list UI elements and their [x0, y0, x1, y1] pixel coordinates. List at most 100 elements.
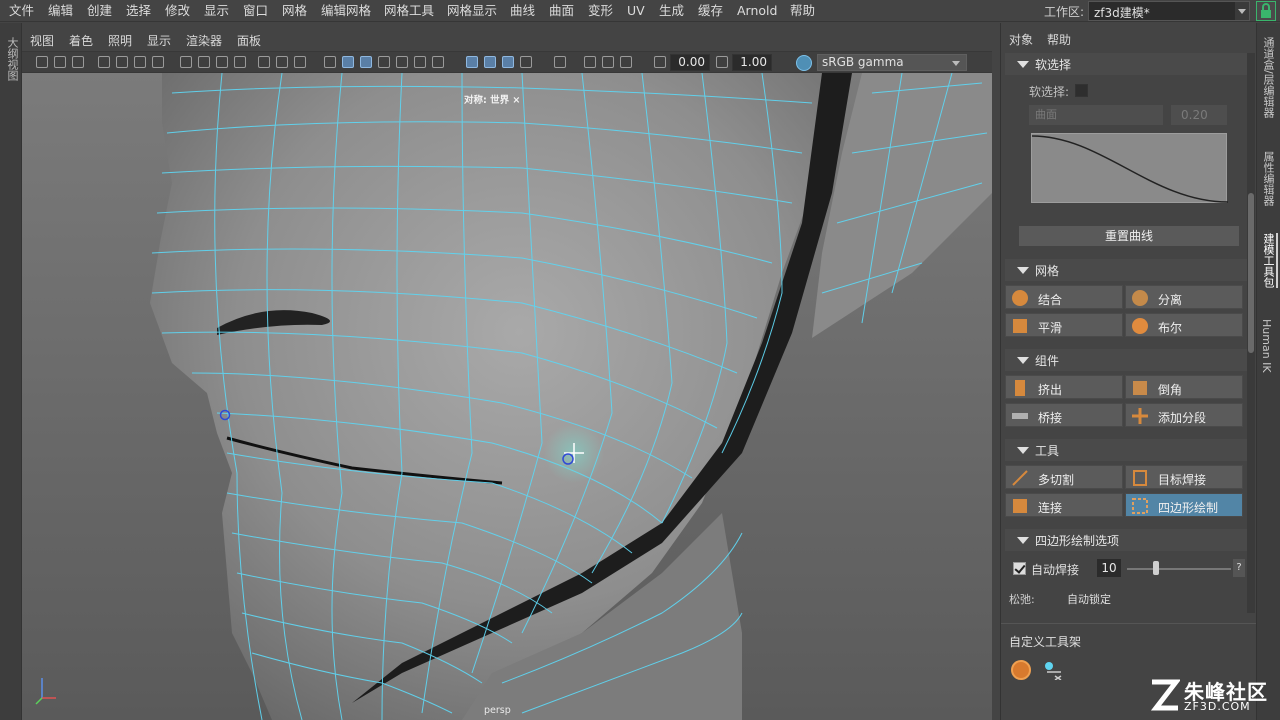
menu-surfaces[interactable]: 曲面 [549, 0, 574, 22]
panel-menu-lighting[interactable]: 照明 [108, 32, 132, 49]
camera-attributes-icon[interactable] [54, 56, 66, 68]
extrude-button[interactable]: 挤出 [1005, 375, 1123, 399]
workspace-dropdown[interactable]: zf3d建模* [1088, 1, 1250, 21]
safe-title-icon[interactable] [276, 56, 288, 68]
safe-action-icon[interactable] [258, 56, 270, 68]
xray-active-components-icon[interactable] [502, 56, 514, 68]
smooth-shade-icon[interactable] [342, 56, 354, 68]
tab-attribute-editor[interactable]: 属性编辑器 [1260, 151, 1276, 206]
resolution-gate-icon[interactable] [198, 56, 210, 68]
panel-menu-view[interactable]: 视图 [30, 32, 54, 49]
relax-mode-dropdown[interactable]: 自动锁定 [1067, 591, 1111, 607]
field-chart-icon[interactable] [234, 56, 246, 68]
menu-file[interactable]: 文件 [9, 0, 34, 22]
bridge-button[interactable]: 桥接 [1005, 403, 1123, 427]
exposure-toggle-icon[interactable] [716, 56, 728, 68]
quad-draw-options-header[interactable]: 四边形绘制选项 [1005, 529, 1249, 551]
menu-mesh[interactable]: 网格 [282, 0, 307, 22]
textured-icon[interactable] [378, 56, 390, 68]
select-camera-icon[interactable] [36, 56, 48, 68]
menu-help[interactable]: 帮助 [790, 0, 815, 22]
auto-weld-slider[interactable] [1127, 568, 1231, 570]
tab-modeling-toolkit[interactable]: 建模工具包 [1260, 233, 1278, 288]
pivot-tool-shelf-icon[interactable] [1043, 660, 1063, 680]
separate-button[interactable]: 分离 [1125, 285, 1243, 309]
falloff-curve-graph[interactable] [1031, 133, 1229, 203]
color-management-icon[interactable] [796, 55, 812, 71]
reset-curve-button[interactable]: 重置曲线 [1019, 226, 1239, 246]
bevel-button[interactable]: 倒角 [1125, 375, 1243, 399]
menu-edit[interactable]: 编辑 [48, 0, 73, 22]
multi-cut-button[interactable]: 多切割 [1005, 465, 1123, 489]
gamma-field[interactable]: 0.00 [670, 54, 710, 71]
soft-select-checkbox[interactable] [1075, 84, 1088, 97]
menu-mesh-display[interactable]: 网格显示 [447, 0, 497, 22]
add-divisions-button[interactable]: 添加分段 [1125, 403, 1243, 427]
combine-button[interactable]: 结合 [1005, 285, 1123, 309]
smooth-button[interactable]: 平滑 [1005, 313, 1123, 337]
menu-deform[interactable]: 变形 [588, 0, 613, 22]
menu-modify[interactable]: 修改 [165, 0, 190, 22]
gate-mask-icon[interactable] [216, 56, 228, 68]
panel-menu-renderer[interactable]: 渲染器 [186, 32, 222, 49]
tab-channel-box[interactable]: 通道盒/层编辑器 [1260, 37, 1276, 118]
perspective-viewport[interactable]: 对称: 世界 × persp [22, 73, 992, 720]
components-section-header[interactable]: 组件 [1005, 349, 1249, 371]
gamma-icon[interactable] [654, 56, 666, 68]
menu-generate[interactable]: 生成 [659, 0, 684, 22]
falloff-mode-dropdown[interactable]: 曲面 [1029, 105, 1163, 125]
toolkit-scroll-area[interactable]: 软选择 软选择: 曲面 0.20 重置曲线 网格 结合 分离 平滑 布尔 组件 … [1005, 53, 1249, 613]
toolkit-menu-object[interactable]: 对象 [1009, 31, 1033, 48]
shadows-icon[interactable] [414, 56, 426, 68]
camera-icon[interactable] [602, 56, 614, 68]
color-space-dropdown[interactable]: sRGB gamma [817, 54, 967, 71]
help-button[interactable]: ? [1233, 559, 1245, 577]
workspace-lock-button[interactable] [1256, 1, 1276, 21]
connect-button[interactable]: 连接 [1005, 493, 1123, 517]
grease-pencil-icon[interactable] [134, 56, 146, 68]
bookmark-icon[interactable] [72, 56, 84, 68]
auto-weld-slider-handle[interactable] [1153, 561, 1159, 575]
2d-pan-zoom-icon[interactable] [116, 56, 128, 68]
scrollbar-thumb[interactable] [1248, 193, 1254, 353]
wireframe-icon[interactable] [324, 56, 336, 68]
hud-icon[interactable] [294, 56, 306, 68]
panel-menu-panels[interactable]: 面板 [237, 32, 261, 49]
menu-uv[interactable]: UV [627, 0, 645, 22]
panel-menu-shading[interactable]: 着色 [69, 32, 93, 49]
select-set-icon[interactable] [554, 56, 566, 68]
menu-arnold[interactable]: Arnold [737, 0, 777, 22]
menu-curves[interactable]: 曲线 [510, 0, 535, 22]
outliner-tab[interactable]: 大纲视图 [4, 37, 20, 81]
menu-edit-mesh[interactable]: 编辑网格 [321, 0, 371, 22]
toolkit-scrollbar[interactable] [1247, 53, 1255, 613]
isolate-select-icon[interactable] [466, 56, 478, 68]
auto-weld-checkbox[interactable] [1013, 562, 1026, 575]
panel-menu-show[interactable]: 显示 [147, 32, 171, 49]
quad-draw-button[interactable]: 四边形绘制 [1125, 493, 1243, 517]
grid-icon[interactable] [152, 56, 164, 68]
tools-section-header[interactable]: 工具 [1005, 439, 1249, 461]
tab-human-ik[interactable]: Human IK [1260, 319, 1273, 373]
menu-display[interactable]: 显示 [204, 0, 229, 22]
boolean-shelf-icon[interactable] [1011, 660, 1031, 680]
frame-selection-icon[interactable] [620, 56, 632, 68]
menu-select[interactable]: 选择 [126, 0, 151, 22]
exposure-field[interactable]: 1.00 [732, 54, 772, 71]
soft-select-header[interactable]: 软选择 [1005, 53, 1249, 75]
boolean-button[interactable]: 布尔 [1125, 313, 1243, 337]
screen-space-ao-icon[interactable] [432, 56, 444, 68]
menu-window[interactable]: 窗口 [243, 0, 268, 22]
menu-create[interactable]: 创建 [87, 0, 112, 22]
xray-joints-icon[interactable] [520, 56, 532, 68]
menu-mesh-tools[interactable]: 网格工具 [384, 0, 434, 22]
image-plane-icon[interactable] [98, 56, 110, 68]
toolkit-menu-help[interactable]: 帮助 [1047, 31, 1071, 48]
menu-cache[interactable]: 缓存 [698, 0, 723, 22]
target-weld-button[interactable]: 目标焊接 [1125, 465, 1243, 489]
use-all-lights-icon[interactable] [396, 56, 408, 68]
xray-icon[interactable] [484, 56, 496, 68]
wireframe-on-shaded-icon[interactable] [360, 56, 372, 68]
mesh-section-header[interactable]: 网格 [1005, 259, 1249, 281]
falloff-radius-field[interactable]: 0.20 [1171, 105, 1227, 125]
